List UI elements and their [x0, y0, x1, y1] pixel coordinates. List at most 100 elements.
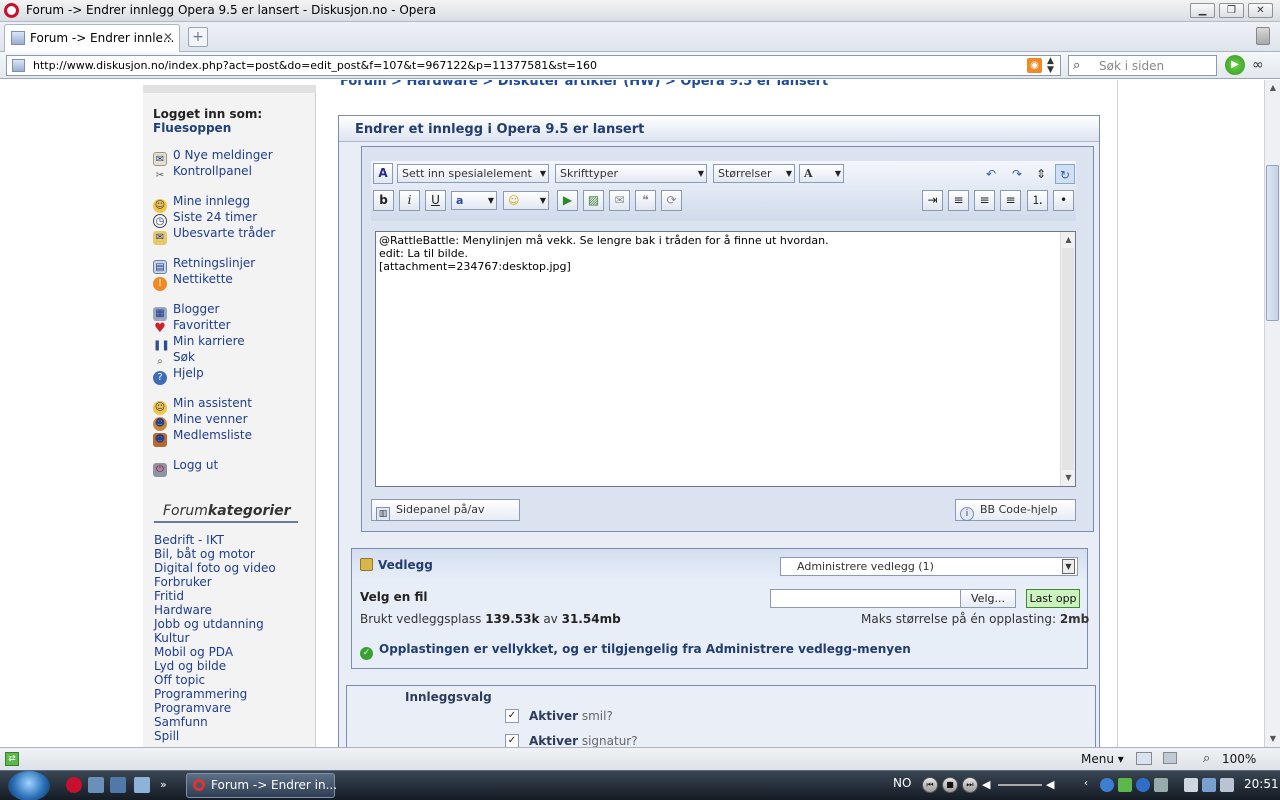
tray-expand-icon[interactable]: ‹	[1084, 778, 1098, 792]
font-size-select[interactable]: Størrelser ▼	[713, 164, 795, 183]
close-window-button[interactable]: ✕	[1248, 3, 1273, 18]
network-icon[interactable]	[1202, 778, 1216, 792]
explorer-icon[interactable]	[134, 777, 150, 793]
scroll-up-icon[interactable]: ▲	[1265, 80, 1280, 96]
go-button[interactable]: ▶	[1225, 55, 1245, 75]
category-link[interactable]: Bedrift - IKT	[154, 533, 224, 547]
next-track-icon[interactable]: ⏭	[962, 777, 978, 793]
language-indicator[interactable]: NO	[893, 776, 911, 790]
insert-quote-icon[interactable]: ❝	[635, 190, 656, 211]
previous-track-icon[interactable]: ⏮	[922, 777, 938, 793]
battery-icon[interactable]	[1184, 778, 1198, 792]
zoom-level[interactable]: 100%	[1222, 752, 1256, 766]
category-link[interactable]: Bil, båt og motor	[154, 547, 255, 561]
category-link[interactable]: Kultur	[154, 631, 189, 645]
redo-icon[interactable]: ↷	[1007, 164, 1027, 184]
sidebar-item-min-karriere[interactable]: ❚❚ Min karriere	[153, 334, 245, 351]
insert-email-icon[interactable]: ✉	[609, 190, 630, 211]
ordered-list-icon[interactable]: ⒈	[1027, 190, 1048, 211]
enable-smilies-checkbox[interactable]: ✓	[505, 709, 519, 723]
align-right-icon[interactable]: ≡	[1000, 190, 1021, 211]
rss-feed-icon[interactable]: ◉	[1027, 58, 1042, 73]
username-link[interactable]: Fluesoppen	[153, 121, 231, 135]
post-textarea[interactable]: @RattleBattle: Menylinjen må vekk. Se le…	[375, 231, 1076, 487]
tab-close-icon[interactable]: ✕	[163, 30, 173, 44]
sidebar-item-sok[interactable]: ⌕ Søk	[153, 350, 195, 367]
stop-icon[interactable]: ■	[942, 777, 958, 793]
category-link[interactable]: Fritid	[154, 589, 184, 603]
sidebar-item-nettikette[interactable]: ! Nettikette	[153, 272, 233, 291]
category-link[interactable]: Programvare	[154, 701, 231, 715]
maximize-button[interactable]: ❐	[1219, 3, 1244, 18]
network-globe-icon[interactable]	[1100, 778, 1114, 792]
tray-app-icon[interactable]	[1154, 778, 1168, 792]
sidebar-item-siste-24-timer[interactable]: ◷ Siste 24 timer	[153, 210, 257, 228]
sidebar-item-mine-innlegg[interactable]: ☺ Mine innlegg	[153, 194, 250, 213]
font-family-select[interactable]: Skrifttyper ▼	[555, 164, 707, 183]
category-link[interactable]: Hardware	[154, 603, 212, 617]
sidebar-item-nye-meldinger[interactable]: ✉ 0 Nye meldinger	[153, 148, 273, 166]
upload-button[interactable]: Last opp	[1026, 589, 1080, 608]
smiley-select[interactable]: ☺ ▼	[503, 191, 549, 210]
unordered-list-icon[interactable]: •	[1053, 190, 1074, 211]
textarea-scrollbar[interactable]: ▲ ▼	[1060, 232, 1075, 486]
scroll-up-icon[interactable]: ▲	[1061, 232, 1076, 248]
sidebar-item-mine-venner[interactable]: ☻ Mine venner	[153, 412, 248, 431]
sidebar-item-ubesvarte-trader[interactable]: ✉ Ubesvarte tråder	[153, 226, 275, 245]
sidebar-item-min-assistent[interactable]: ☺ Min assistent	[153, 396, 252, 415]
underline-button[interactable]: U	[425, 190, 446, 211]
taskbar-opera-window[interactable]: Forum -> Endrer in...	[186, 773, 337, 798]
address-field[interactable]: http://www.diskusjon.no/index.php?act=po…	[6, 55, 1061, 76]
messenger-icon[interactable]	[1118, 778, 1132, 792]
align-left-icon[interactable]: ≡	[948, 190, 969, 211]
resize-icon[interactable]: ⇕	[1031, 164, 1051, 184]
minimize-button[interactable]: ▁	[1190, 3, 1215, 18]
insert-link-icon[interactable]: ▶	[557, 190, 578, 211]
browser-tab[interactable]: Forum -> Endrer innle... ✕	[4, 24, 180, 52]
switch-windows-icon[interactable]	[110, 777, 126, 793]
font-style-icon[interactable]: A	[373, 163, 393, 184]
sidebar-item-blogger[interactable]: ▦ Blogger	[153, 302, 219, 321]
start-button[interactable]	[8, 771, 50, 800]
category-link[interactable]: Samfunn	[154, 715, 208, 729]
italic-button[interactable]: i	[399, 190, 420, 211]
breadcrumb[interactable]: Forum > Hardware > Diskuter artikler (HW…	[340, 80, 828, 89]
insert-image-icon[interactable]: ▨	[583, 190, 604, 211]
image-toggle-icon[interactable]	[1163, 752, 1177, 764]
quicklaunch-more-icon[interactable]: »	[160, 777, 176, 793]
bold-button[interactable]: b	[373, 190, 394, 211]
sidebar-item-favoritter[interactable]: ♥ Favoritter	[153, 318, 230, 336]
category-link[interactable]: Mobil og PDA	[154, 645, 233, 659]
indent-icon[interactable]: ⇥	[922, 190, 943, 211]
new-tab-button[interactable]: +	[188, 27, 208, 47]
scroll-down-icon[interactable]: ▼	[1265, 731, 1280, 747]
align-center-icon[interactable]: ≡	[974, 190, 995, 211]
sidebar-item-kontrollpanel[interactable]: ✂ Kontrollpanel	[153, 164, 252, 181]
view-icon[interactable]	[1136, 752, 1152, 765]
insert-code-icon[interactable]: ⟳	[661, 190, 682, 211]
volume-icon[interactable]: ◀	[982, 778, 996, 792]
category-link[interactable]: Digital foto og video	[154, 561, 276, 575]
category-link[interactable]: Spill	[154, 729, 179, 743]
file-path-input[interactable]	[770, 589, 962, 608]
opera-quicklaunch-icon[interactable]	[66, 777, 82, 793]
show-desktop-icon[interactable]	[88, 777, 104, 793]
category-link[interactable]: Off topic	[154, 673, 205, 687]
bbcode-help-button[interactable]: i BB Code-hjelp	[955, 499, 1076, 521]
scroll-track[interactable]	[1062, 248, 1074, 470]
sidebar-item-retningslinjer[interactable]: ▤ Retningslinjer	[153, 256, 255, 274]
speaker-icon[interactable]	[1220, 778, 1234, 792]
refresh-icon[interactable]: ↻	[1055, 164, 1075, 184]
bluetooth-icon[interactable]	[1136, 778, 1150, 792]
category-link[interactable]: Jobb og utdanning	[154, 617, 264, 631]
text-color-select[interactable]: a ▼	[451, 191, 497, 210]
menu-button[interactable]: Menu ▾	[1081, 752, 1124, 766]
clock[interactable]: 20:51	[1244, 777, 1279, 791]
glasses-icon[interactable]: ∞	[1252, 57, 1264, 73]
search-input[interactable]: ⌕ Søk i siden	[1068, 55, 1217, 76]
volume-slider[interactable]	[998, 784, 1042, 786]
category-link[interactable]: Forbruker	[154, 575, 212, 589]
sidebar-item-medlemsliste[interactable]: ☻ Medlemsliste	[153, 428, 252, 447]
trash-can-icon[interactable]	[1256, 27, 1270, 45]
manage-attachments-select[interactable]: Administrere vedlegg (1) ▼	[780, 557, 1078, 576]
